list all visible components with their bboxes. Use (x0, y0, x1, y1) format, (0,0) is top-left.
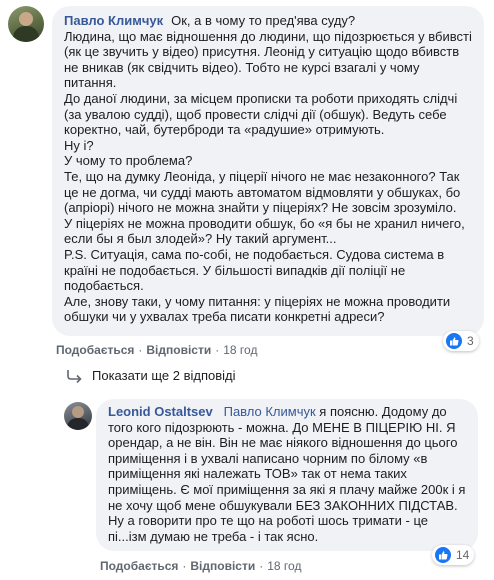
separator-dot: · (138, 343, 143, 357)
comment-timestamp[interactable]: 18 год (223, 343, 257, 357)
avatar-body (13, 26, 39, 42)
thumbs-up-icon (446, 333, 462, 349)
reaction-count-leonid[interactable]: 14 (432, 545, 475, 565)
separator-dot: · (215, 343, 220, 357)
thumbs-up-icon (435, 547, 451, 563)
comment-text: я поясню. Додому до того кого підозрюють… (108, 404, 466, 544)
reaction-count: 3 (467, 334, 474, 348)
reply-arrow-icon (67, 369, 82, 383)
reaction-count-pavlo[interactable]: 3 (443, 331, 479, 351)
separator-dot: · (182, 559, 187, 573)
show-more-replies[interactable]: Показати ще 2 відповіді (66, 368, 236, 383)
comment-first-line: Павло Климчук Ок, а в чому то пред'ява су… (64, 13, 472, 29)
avatar-pavlo[interactable] (8, 6, 44, 42)
reply-text-block: Leonid Ostaltsev Павло Климчук я поясню.… (108, 404, 466, 544)
comment-bubble-pavlo: Павло Климчук Ок, а в чому то пред'ява су… (52, 6, 484, 336)
comment-actions-leonid: Подобається · Відповісти · 18 год (100, 559, 301, 573)
reply-link[interactable]: Відповісти (190, 559, 255, 573)
like-link[interactable]: Подобається (56, 343, 134, 357)
comment-timestamp[interactable]: 18 год (267, 559, 301, 573)
show-more-replies-label: Показати ще 2 відповіді (92, 368, 236, 383)
reaction-count: 14 (456, 548, 470, 562)
mention-link[interactable]: Павло Климчук (224, 404, 316, 419)
like-link[interactable]: Подобається (100, 559, 178, 573)
comment-author[interactable]: Павло Климчук (64, 13, 163, 28)
comment-bubble-leonid: Leonid Ostaltsev Павло Климчук я поясню.… (96, 399, 478, 551)
comment-actions-pavlo: Подобається · Відповісти · 18 год (56, 343, 257, 357)
separator-dot: · (259, 559, 264, 573)
avatar-body (67, 418, 89, 430)
reply-link[interactable]: Відповісти (146, 343, 211, 357)
avatar-head (72, 406, 84, 418)
comment-text: Людина, що має відношення до людини, що … (64, 28, 472, 325)
comment-text-first-line: Ок, а в чому то пред'ява суду? (171, 13, 356, 28)
avatar-head (19, 12, 33, 26)
comment-author[interactable]: Leonid Ostaltsev (108, 404, 213, 419)
avatar-leonid[interactable] (64, 402, 92, 430)
